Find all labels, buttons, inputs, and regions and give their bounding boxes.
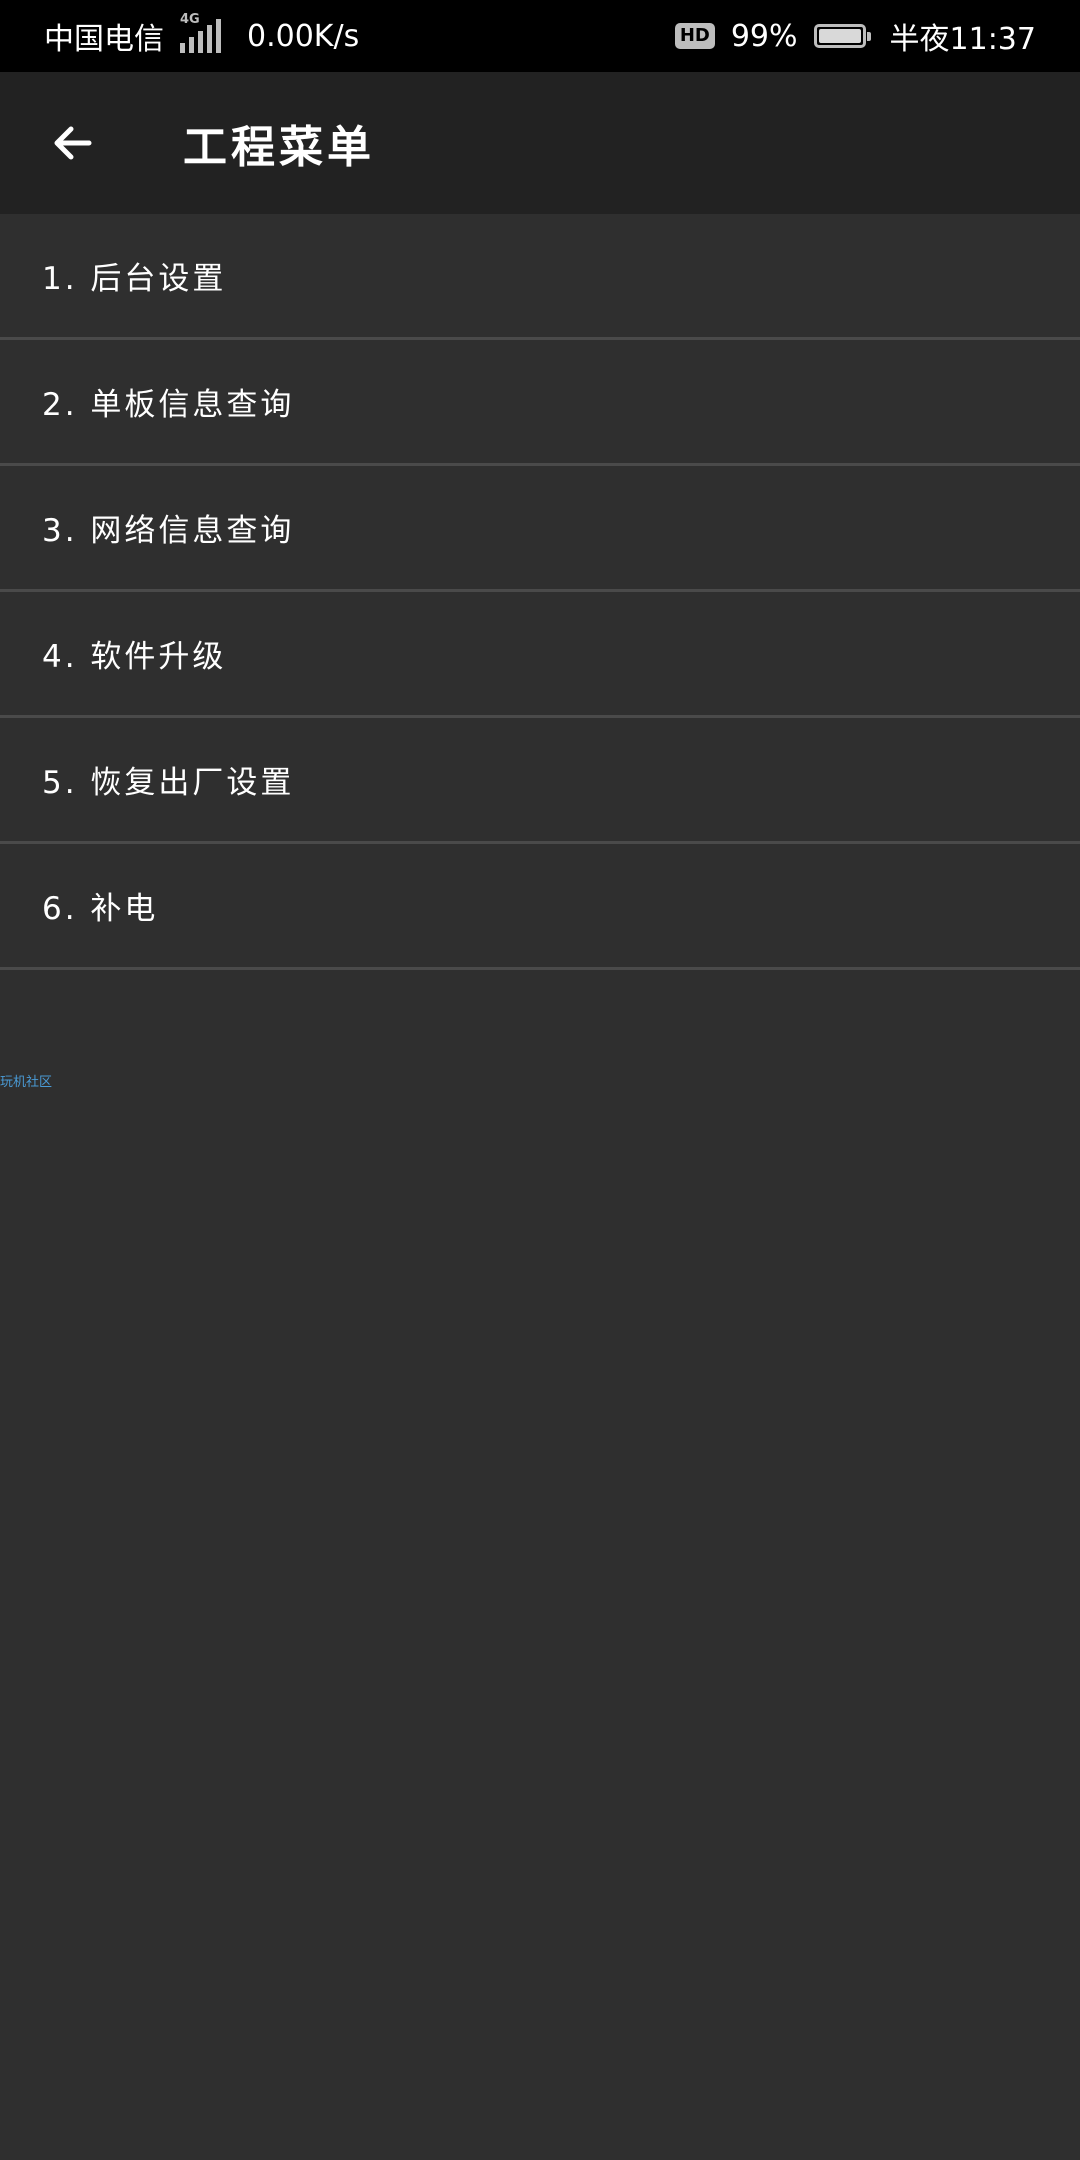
menu-item-software-upgrade[interactable]: 4. 软件升级 — [0, 592, 1080, 718]
network-speed: 0.00K/s — [247, 18, 360, 54]
battery-icon — [813, 24, 871, 48]
menu-item-label: 3. 网络信息查询 — [42, 513, 295, 549]
network-type: 4G — [180, 12, 200, 27]
battery-level — [818, 29, 861, 43]
menu-item-board-info[interactable]: 2. 单板信息查询 — [0, 340, 1080, 466]
hd-icon: HD — [674, 23, 715, 49]
arrow-left-icon — [54, 126, 92, 160]
status-bar: 中国电信 4G 0.00K/s HD 99% 半夜11:37 — [0, 0, 1080, 72]
menu-item-label: 2. 单板信息查询 — [42, 387, 295, 423]
menu-item-label: 5. 恢复出厂设置 — [42, 765, 295, 801]
menu-item-background-settings[interactable]: 1. 后台设置 — [0, 214, 1080, 340]
signal-icon: 4G — [180, 13, 221, 53]
menu-item-label: 4. 软件升级 — [42, 639, 227, 675]
watermark-text: 玩机社区 — [0, 1075, 53, 1090]
app-bar: 工程菜单 — [0, 72, 1080, 214]
menu-item-battery-charge[interactable]: 6. 补电 — [0, 844, 1080, 970]
engineering-menu-list: 1. 后台设置 2. 单板信息查询 3. 网络信息查询 4. 软件升级 5. 恢… — [0, 214, 1080, 970]
menu-item-factory-reset[interactable]: 5. 恢复出厂设置 — [0, 718, 1080, 844]
menu-item-label: 6. 补电 — [42, 891, 159, 927]
carrier-name: 中国电信 — [44, 22, 164, 57]
clock: 半夜11:37 — [889, 22, 1036, 57]
battery-percent: 99% — [730, 18, 798, 54]
menu-item-network-info[interactable]: 3. 网络信息查询 — [0, 466, 1080, 592]
back-button[interactable] — [38, 108, 108, 178]
menu-item-label: 1. 后台设置 — [42, 261, 227, 297]
status-bar-left: 中国电信 4G 0.00K/s — [44, 13, 360, 58]
status-bar-right: HD 99% 半夜11:37 — [674, 14, 1036, 58]
page-title: 工程菜单 — [183, 122, 375, 173]
